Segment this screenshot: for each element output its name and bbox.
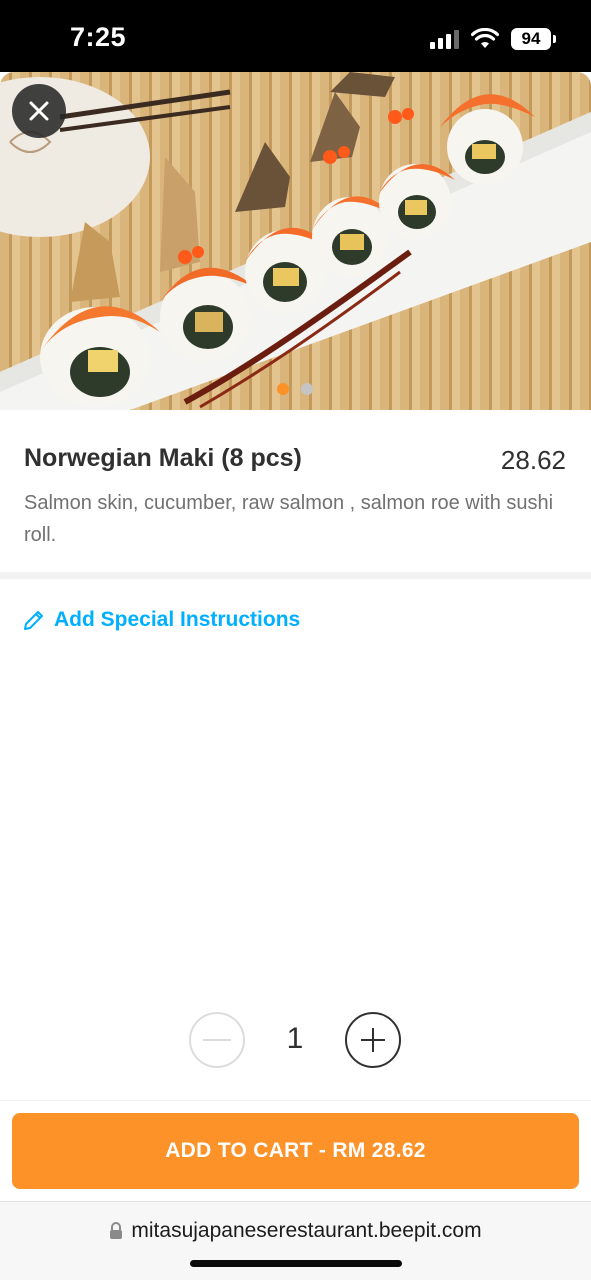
section-divider bbox=[0, 572, 591, 579]
home-indicator[interactable] bbox=[190, 1260, 402, 1267]
product-image[interactable] bbox=[0, 72, 591, 410]
pencil-icon bbox=[24, 611, 43, 630]
carousel-dot[interactable] bbox=[301, 383, 313, 395]
wifi-icon bbox=[471, 28, 499, 48]
decrease-quantity-button[interactable] bbox=[189, 1012, 245, 1068]
sushi-illustration bbox=[0, 72, 591, 410]
instructions-label: Add Special Instructions bbox=[54, 608, 301, 631]
carousel-dot-active[interactable] bbox=[277, 383, 289, 395]
add-to-cart-button[interactable]: ADD TO CART - RM 28.62 bbox=[12, 1113, 579, 1189]
signal-icon bbox=[430, 29, 459, 49]
url-text: mitasujapaneserestaurant.beepit.com bbox=[131, 1219, 482, 1242]
carousel-indicator bbox=[277, 383, 313, 395]
increase-quantity-button[interactable] bbox=[345, 1012, 401, 1068]
close-icon bbox=[29, 101, 49, 121]
status-icons: 94 bbox=[430, 26, 556, 52]
lock-icon bbox=[110, 1222, 123, 1239]
quantity-stepper: 1 bbox=[189, 1012, 401, 1070]
status-time: 7:25 bbox=[70, 22, 127, 52]
quantity-value: 1 bbox=[286, 1022, 304, 1055]
browser-url-bar[interactable]: mitasujapaneserestaurant.beepit.com bbox=[0, 1201, 591, 1280]
product-price: 28.62 bbox=[500, 445, 566, 475]
close-button[interactable] bbox=[12, 84, 66, 138]
product-name: Norwegian Maki (8 pcs) bbox=[24, 444, 302, 472]
add-special-instructions-button[interactable]: Add Special Instructions bbox=[22, 608, 300, 632]
plus-icon bbox=[361, 1028, 385, 1052]
battery-icon: 94 bbox=[511, 28, 556, 50]
product-description: Salmon skin, cucumber, raw salmon , salm… bbox=[24, 492, 554, 546]
status-bar: 7:25 94 bbox=[0, 0, 591, 72]
url-display[interactable]: mitasujapaneserestaurant.beepit.com bbox=[0, 1219, 591, 1243]
battery-level: 94 bbox=[521, 29, 541, 48]
minus-icon bbox=[203, 1039, 231, 1041]
